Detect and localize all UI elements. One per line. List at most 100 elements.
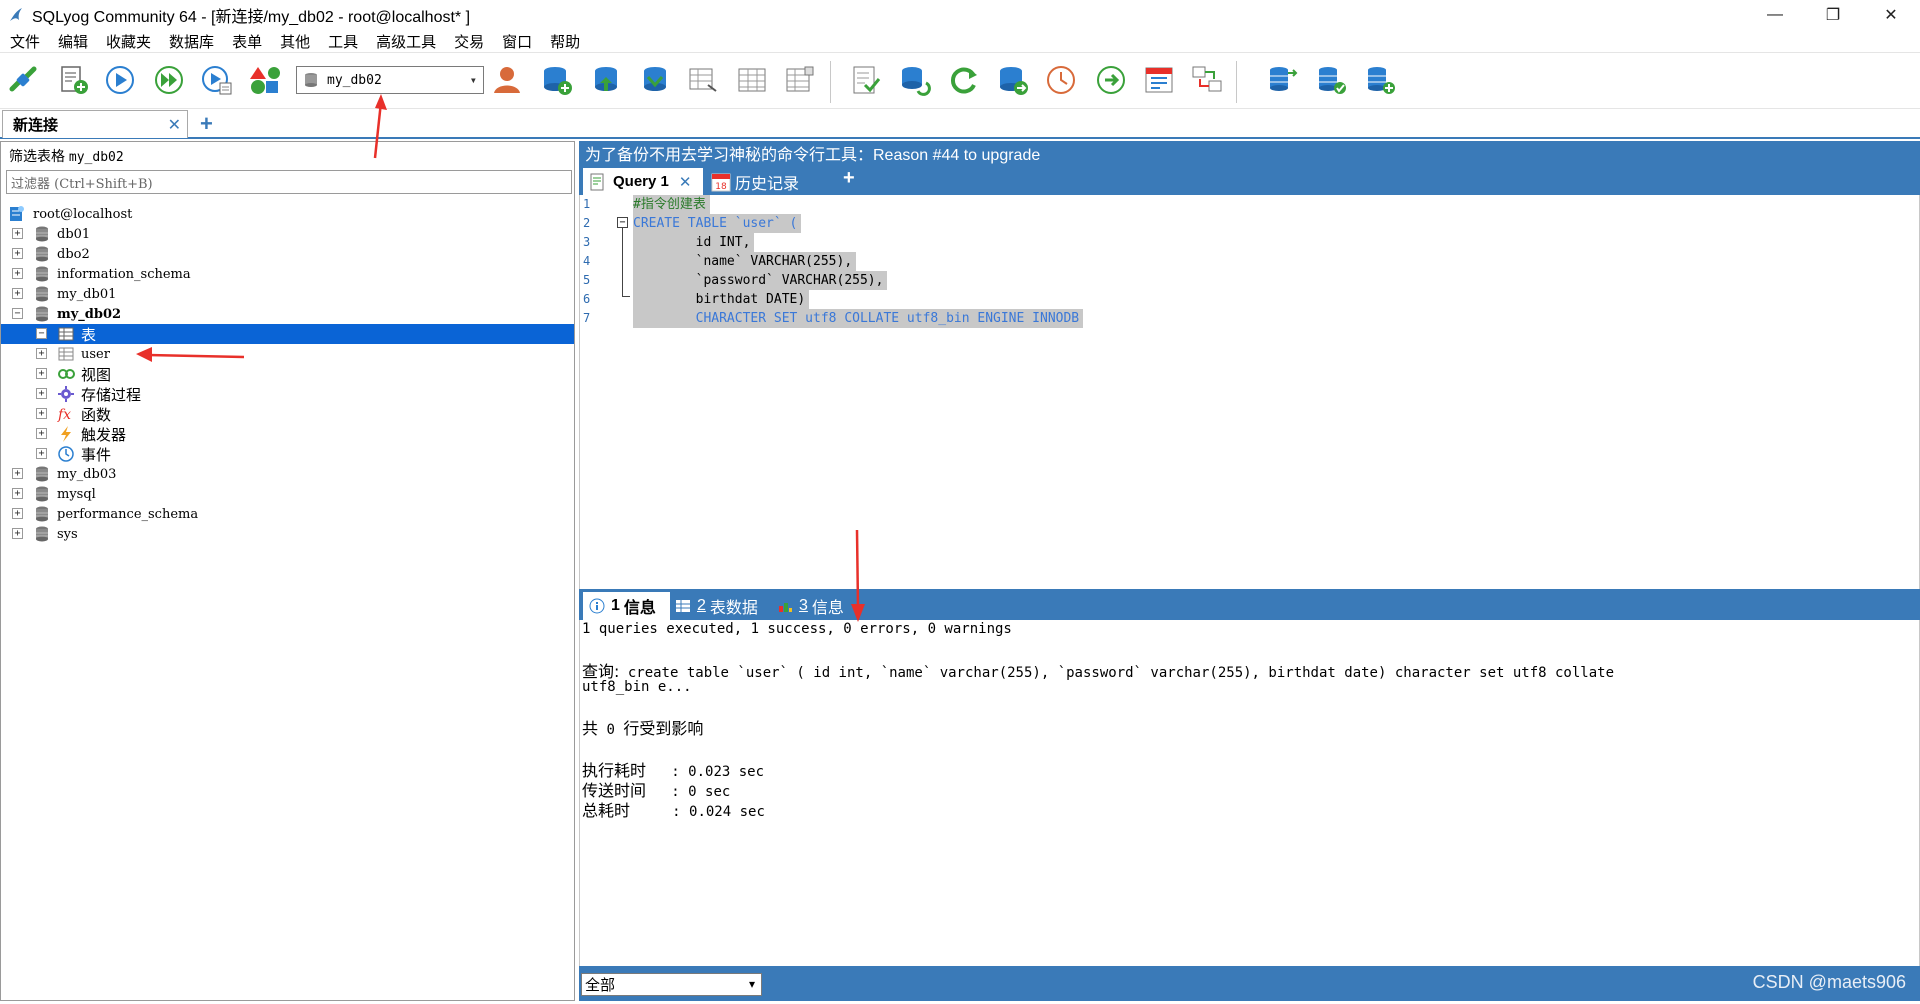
table-data-icon[interactable] <box>735 63 769 97</box>
tab-table-data[interactable]: 2 表数据 <box>675 592 758 620</box>
menu-favorites[interactable]: 收藏夹 <box>97 31 160 52</box>
filter-input-placeholder: 过滤器 (Ctrl+Shift+B) <box>11 176 153 192</box>
close-window-button[interactable]: ✕ <box>1862 0 1920 30</box>
tree-item[interactable]: + information_schema <box>1 264 574 284</box>
tree-item[interactable]: + mysql <box>1 484 574 504</box>
create-database-icon[interactable] <box>540 63 574 97</box>
expand-icon[interactable]: + <box>12 288 23 299</box>
tree-item[interactable]: + 存储过程 <box>1 384 574 404</box>
expand-icon[interactable]: + <box>12 268 23 279</box>
expand-icon[interactable]: + <box>36 408 47 419</box>
collapse-icon[interactable]: − <box>12 308 23 319</box>
table-structure-icon[interactable] <box>783 63 817 97</box>
tree-item[interactable]: − my_db02 <box>1 304 574 324</box>
refresh-icon[interactable] <box>947 63 981 97</box>
tree-item[interactable]: + my_db01 <box>1 284 574 304</box>
menu-table[interactable]: 表单 <box>223 31 271 52</box>
tree-item-label: mysql <box>57 486 96 502</box>
tree-item-label: db01 <box>57 226 91 242</box>
restore-button[interactable]: ❐ <box>1804 0 1862 30</box>
tree-item[interactable]: + performance_schema <box>1 504 574 524</box>
execute-all-icon[interactable] <box>152 63 186 97</box>
menu-edit[interactable]: 编辑 <box>49 31 97 52</box>
menu-transaction[interactable]: 交易 <box>445 31 493 52</box>
expand-icon[interactable]: + <box>12 528 23 539</box>
menu-help[interactable]: 帮助 <box>541 31 589 52</box>
execute-script-icon[interactable] <box>1094 63 1128 97</box>
result-query-line: 查询: create table `user` ( id int, `name`… <box>582 658 1614 682</box>
tree-item[interactable]: + dbo2 <box>1 244 574 264</box>
db-sync-icon[interactable] <box>1266 63 1300 97</box>
tab-result-info-num: 1 <box>611 597 620 614</box>
menu-bar: 文件 编辑 收藏夹 数据库 表单 其他 工具 高级工具 交易 窗口 帮助 <box>0 30 1920 52</box>
code-line: 6 birthdat DATE) <box>580 290 1920 309</box>
tree-item[interactable]: root@localhost <box>1 204 574 224</box>
new-query-icon[interactable] <box>56 63 90 97</box>
expand-icon[interactable]: + <box>12 488 23 499</box>
expand-icon[interactable]: + <box>36 448 47 459</box>
close-icon[interactable]: ✕ <box>679 173 692 191</box>
tree-item[interactable]: + db01 <box>1 224 574 244</box>
db-sync-2-icon[interactable] <box>1315 63 1349 97</box>
expand-icon[interactable]: + <box>12 248 23 259</box>
copy-database-icon[interactable] <box>638 63 672 97</box>
schema-designer-icon[interactable] <box>248 63 282 97</box>
tree-item[interactable]: + fx 函数 <box>1 404 574 424</box>
tree-item[interactable]: + 事件 <box>1 444 574 464</box>
filter-input[interactable]: 过滤器 (Ctrl+Shift+B) <box>6 170 572 194</box>
tree-item[interactable]: + user <box>1 344 574 364</box>
tree-item[interactable]: − 表 <box>1 324 574 344</box>
tab-info-2[interactable]: 3 信息 <box>777 592 844 620</box>
collapse-icon[interactable]: − <box>36 328 47 339</box>
add-connection-button[interactable]: + <box>200 111 213 137</box>
menu-file[interactable]: 文件 <box>0 31 49 52</box>
tree-item-label: 触发器 <box>81 425 127 444</box>
minimize-button[interactable]: — <box>1746 0 1804 30</box>
import-icon[interactable] <box>686 63 720 97</box>
tree-item[interactable]: + 视图 <box>1 364 574 384</box>
expand-icon[interactable]: + <box>36 428 47 439</box>
close-icon[interactable]: ✕ <box>168 115 181 135</box>
result-query-text-2: utf8_bin e... <box>582 679 692 695</box>
svg-text:fx: fx <box>57 407 71 423</box>
menu-database[interactable]: 数据库 <box>160 31 223 52</box>
upgrade-banner[interactable]: 为了备份不用去学习神秘的命令行工具：Reason #44 to upgrade <box>579 141 1920 165</box>
database-select[interactable]: my_db02 ▾ <box>296 66 484 94</box>
menu-others[interactable]: 其他 <box>271 31 319 52</box>
tree-item-label: sys <box>57 526 78 542</box>
tab-query-1[interactable]: Query 1 ✕ <box>583 168 703 195</box>
expand-icon[interactable]: + <box>12 508 23 519</box>
tree-item[interactable]: + my_db03 <box>1 464 574 484</box>
tab-result-info[interactable]: 1 信息 <box>583 592 670 620</box>
expand-icon[interactable]: + <box>12 228 23 239</box>
expand-icon[interactable]: + <box>36 348 47 359</box>
connect-icon[interactable] <box>6 63 40 97</box>
add-query-tab-button[interactable]: + <box>843 167 855 190</box>
expand-icon[interactable]: + <box>36 368 47 379</box>
execute-query-icon[interactable] <box>103 63 137 97</box>
expand-icon[interactable]: + <box>12 468 23 479</box>
sql-editor[interactable]: − 1 #指令创建表 2 CREATE TABLE `user` ( 3 id … <box>579 195 1920 589</box>
user-manager-icon[interactable] <box>490 63 524 97</box>
tree-item[interactable]: + sys <box>1 524 574 544</box>
menu-advanced-tools[interactable]: 高级工具 <box>367 31 445 52</box>
tree-item-label: my_db01 <box>57 286 117 302</box>
menu-tools[interactable]: 工具 <box>319 31 367 52</box>
connection-tab[interactable]: 新连接 ✕ <box>2 110 188 138</box>
data-compare-icon[interactable] <box>1190 63 1224 97</box>
tab-history[interactable]: 18 历史记录 <box>711 168 799 195</box>
tree-item[interactable]: + 触发器 <box>1 424 574 444</box>
notifications-icon[interactable] <box>1142 63 1176 97</box>
expand-icon[interactable]: + <box>36 388 47 399</box>
backup-icon[interactable] <box>996 63 1030 97</box>
scheduler-icon[interactable] <box>1044 63 1078 97</box>
sync-schema-icon[interactable] <box>898 63 932 97</box>
execute-edit-icon[interactable] <box>200 63 234 97</box>
filter-label-text: 筛选表格 <box>9 148 65 164</box>
result-messages: 1 queries executed, 1 success, 0 errors,… <box>579 620 1920 966</box>
query-builder-icon[interactable] <box>849 63 883 97</box>
db-sync-3-icon[interactable] <box>1364 63 1398 97</box>
menu-window[interactable]: 窗口 <box>493 31 541 52</box>
create-table-icon[interactable] <box>589 63 623 97</box>
message-filter-select[interactable]: 全部 ▾ <box>581 973 762 996</box>
